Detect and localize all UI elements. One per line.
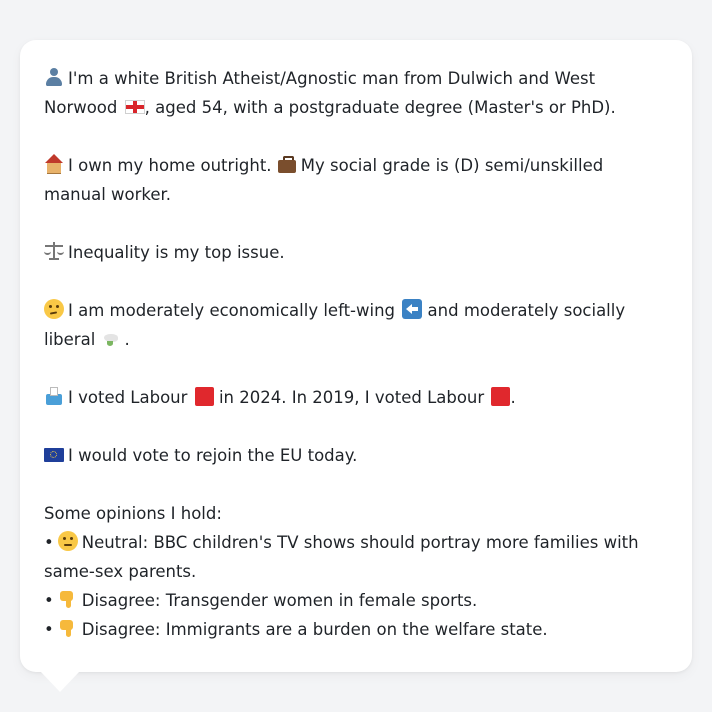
opinions-heading: Some opinions I hold:	[44, 504, 222, 523]
identity-paragraph: I'm a white British Atheist/Agnostic man…	[44, 64, 668, 122]
bubble-tail	[40, 671, 80, 692]
ideology-period: .	[124, 330, 130, 349]
ideology-text: I am moderately economically left-wing	[68, 301, 396, 320]
home-text: I own my home outright.	[68, 156, 272, 175]
thumbs-down-icon	[58, 618, 78, 638]
list-item: • Disagree: Immigrants are a burden on th…	[44, 615, 668, 644]
opinion-text: Disagree: Immigrants are a burden on the…	[81, 620, 548, 639]
dove-icon	[101, 328, 121, 348]
vote-text-cont: in 2024. In 2019, I voted Labour	[218, 388, 485, 407]
red-square-icon	[194, 387, 214, 406]
issue-paragraph: Inequality is my top issue.	[44, 238, 668, 267]
england-flag-icon	[124, 100, 145, 114]
eu-flag-icon	[44, 448, 64, 462]
neutral-face-icon	[57, 531, 78, 551]
vote-period: .	[510, 388, 516, 407]
list-item: • Neutral: BBC children's TV shows should…	[44, 528, 668, 586]
opinion-text: Neutral: BBC children's TV shows should …	[44, 533, 639, 581]
identity-text-cont: , aged 54, with a postgraduate degree (M…	[144, 98, 616, 117]
house-icon	[44, 154, 64, 174]
scales-icon	[44, 241, 64, 261]
thumbs-down-icon	[58, 589, 78, 609]
left-arrow-icon	[402, 299, 423, 319]
opinions-section: Some opinions I hold: • Neutral: BBC chil…	[44, 499, 668, 644]
eu-text: I would vote to rejoin the EU today.	[68, 446, 358, 465]
bullet: •	[44, 620, 54, 639]
bullet: •	[44, 533, 54, 552]
bullet: •	[44, 591, 54, 610]
list-item: • Disagree: Transgender women in female s…	[44, 586, 668, 615]
thinking-face-icon	[44, 299, 64, 319]
issue-text: Inequality is my top issue.	[68, 243, 285, 262]
page: I'm a white British Atheist/Agnostic man…	[0, 0, 712, 712]
opinion-text: Disagree: Transgender women in female sp…	[81, 591, 478, 610]
vote-text: I voted Labour	[68, 388, 188, 407]
profile-message-bubble: I'm a white British Atheist/Agnostic man…	[20, 40, 692, 672]
person-icon	[44, 67, 64, 87]
vote-paragraph: I voted Labour in 2024. In 2019, I voted…	[44, 383, 668, 412]
briefcase-icon	[277, 154, 297, 174]
eu-paragraph: I would vote to rejoin the EU today.	[44, 441, 668, 470]
home-paragraph: I own my home outright. My social grade …	[44, 151, 668, 209]
ideology-paragraph: I am moderately economically left-wing a…	[44, 296, 668, 354]
red-square-icon	[491, 387, 511, 406]
ballot-box-icon	[44, 386, 64, 406]
